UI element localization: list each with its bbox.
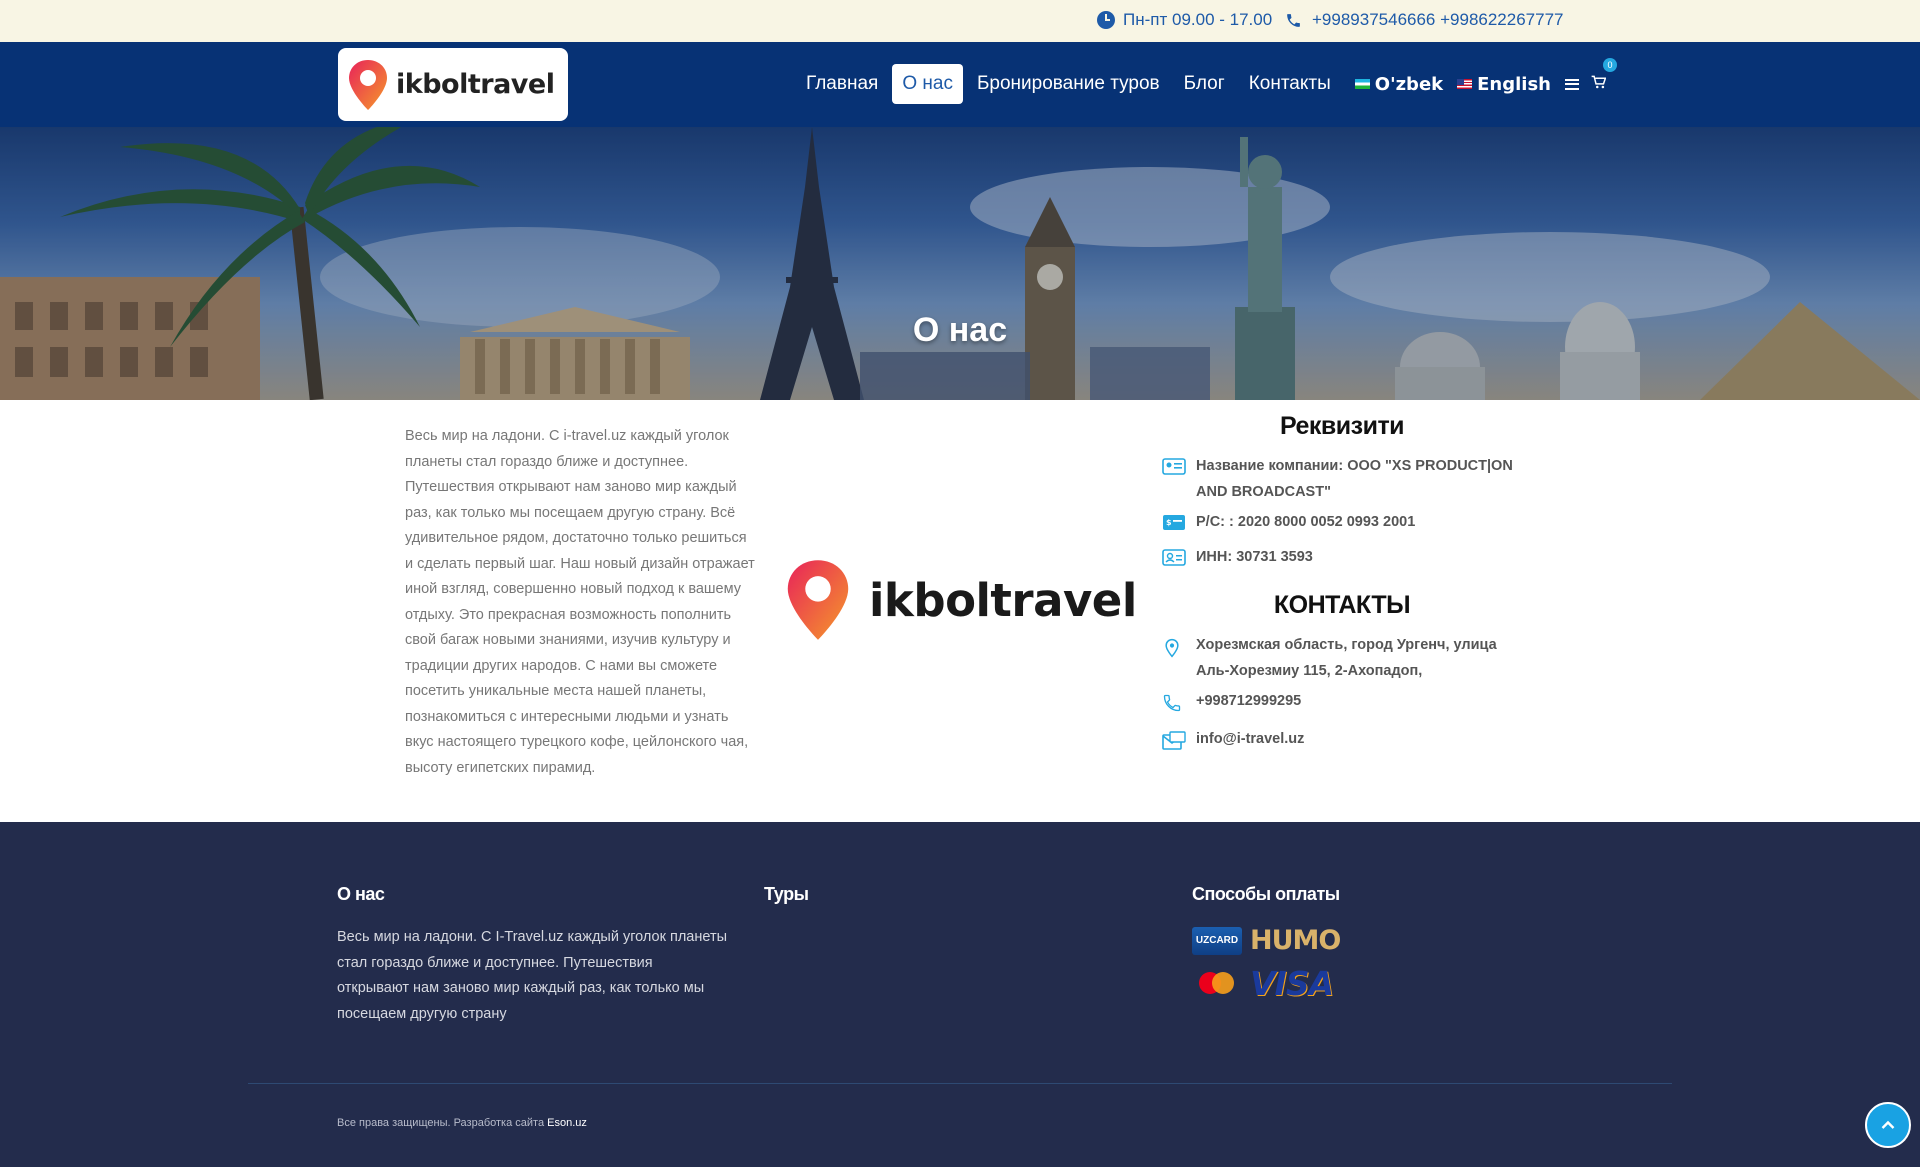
nav-item-home[interactable]: Главная xyxy=(796,64,888,104)
map-pin-icon xyxy=(1165,638,1179,658)
footer-divider xyxy=(248,1083,1672,1084)
money-card-icon: $ xyxy=(1163,515,1185,530)
working-hours-text: Пн-пт 09.00 - 17.00 xyxy=(1123,10,1273,29)
phone-icon xyxy=(1287,13,1300,27)
requisites-inn: ИНН: 30731 3593 xyxy=(1162,544,1522,575)
contact-address: Хорезмская область, город Ургенч, улица … xyxy=(1162,632,1522,684)
id-card-icon xyxy=(1162,458,1186,475)
phones-text[interactable]: +998937546666 +998622267777 xyxy=(1312,10,1564,30)
working-hours: Пн-пт 09.00 - 17.00 xyxy=(1097,10,1272,30)
cart-button[interactable]: 0 xyxy=(1591,57,1617,94)
svg-text:$: $ xyxy=(1166,518,1172,527)
location-pin-logo-icon xyxy=(787,560,849,640)
nav-item-blog[interactable]: Блог xyxy=(1174,64,1235,104)
about-description: Весь мир на ладони. С i-travel.uz каждый… xyxy=(405,428,755,776)
contact-card-icon xyxy=(1162,549,1186,566)
landmarks-illustration xyxy=(0,127,1920,400)
contacts-title: КОНТАКТЫ xyxy=(1273,591,1411,619)
nav-item-tour-booking[interactable]: Бронирование туров xyxy=(967,64,1170,104)
requisites-account: $ Р/С: : 2020 8000 0052 0993 2001 xyxy=(1162,509,1522,540)
bank-account: Р/С: : 2020 8000 0052 0993 2001 xyxy=(1196,514,1416,530)
page-title: О нас xyxy=(912,311,1008,349)
main-menu: Главная О нас Бронирование туров Блог Ко… xyxy=(796,57,1617,106)
logo-text: ikboltravel xyxy=(396,69,555,100)
center-logo: ikboltravel xyxy=(783,554,1137,646)
payment-methods: UZCARD HUMO VISA xyxy=(1192,925,1360,1003)
menu-icon[interactable] xyxy=(1565,78,1579,90)
copyright-text: Все права защищены. Разработка сайта xyxy=(337,1117,548,1129)
mastercard-logo xyxy=(1192,969,1242,999)
company-name: Название компании: ООО "XS PRODUCT|ON AN… xyxy=(1196,458,1513,500)
top-bar: Пн-пт 09.00 - 17.00 +998937546666 +99862… xyxy=(0,0,1920,42)
clock-icon xyxy=(1097,11,1115,29)
requisites-company: Название компании: ООО "XS PRODUCT|ON AN… xyxy=(1162,453,1522,505)
center-logo-text: ikboltravel xyxy=(869,573,1137,627)
mail-icon xyxy=(1162,731,1186,750)
language-uzbek[interactable]: O'zbek xyxy=(1354,73,1444,95)
inn-number: ИНН: 30731 3593 xyxy=(1196,549,1313,565)
footer-about-title: О нас xyxy=(337,884,385,904)
chevron-up-icon xyxy=(1881,1120,1895,1129)
address-text: Хорезмская область, город Ургенч, улица … xyxy=(1196,637,1497,679)
phone-text[interactable]: +998712999295 xyxy=(1196,688,1301,722)
cart-icon xyxy=(1591,75,1607,88)
contact-phone[interactable]: +998712999295 xyxy=(1162,688,1522,722)
contact-email[interactable]: info@i-travel.uz xyxy=(1162,726,1522,760)
footer-payment-title: Способы оплаты xyxy=(1192,884,1340,904)
humo-logo: HUMO xyxy=(1250,925,1341,956)
language-uzbek-label: O'zbek xyxy=(1374,73,1444,95)
visa-logo: VISA xyxy=(1250,964,1334,1003)
top-phones[interactable]: +998937546666 +998622267777 xyxy=(1285,10,1564,30)
language-english[interactable]: English xyxy=(1457,74,1551,95)
usa-flag-icon xyxy=(1457,79,1473,89)
footer-tours-title: Туры xyxy=(764,884,809,904)
uzcard-logo: UZCARD xyxy=(1192,926,1242,955)
requisites-title: Реквизити xyxy=(1279,412,1405,440)
nav-item-contacts[interactable]: Контакты xyxy=(1239,64,1341,104)
phone-icon xyxy=(1163,694,1181,712)
cart-count-badge: 0 xyxy=(1603,57,1617,72)
nav-item-about[interactable]: О нас xyxy=(892,64,963,104)
site-footer xyxy=(0,822,1920,1167)
email-text[interactable]: info@i-travel.uz xyxy=(1196,726,1304,760)
language-english-label: English xyxy=(1477,73,1551,95)
site-logo[interactable]: ikboltravel xyxy=(338,48,568,121)
hero-banner: О нас xyxy=(0,127,1920,400)
copyright: Все права защищены. Разработка сайта Eso… xyxy=(337,1117,587,1129)
uzbekistan-flag-icon xyxy=(1354,79,1370,89)
developer-link[interactable]: Eson.uz xyxy=(547,1117,587,1129)
location-pin-logo-icon xyxy=(349,59,387,110)
scroll-to-top-button[interactable] xyxy=(1865,1102,1911,1148)
requisites-block: Реквизити Название компании: ООО "XS PRO… xyxy=(1162,412,1522,764)
footer-about-text: Весь мир на ладони. С I-Travel.uz каждый… xyxy=(337,929,728,1022)
